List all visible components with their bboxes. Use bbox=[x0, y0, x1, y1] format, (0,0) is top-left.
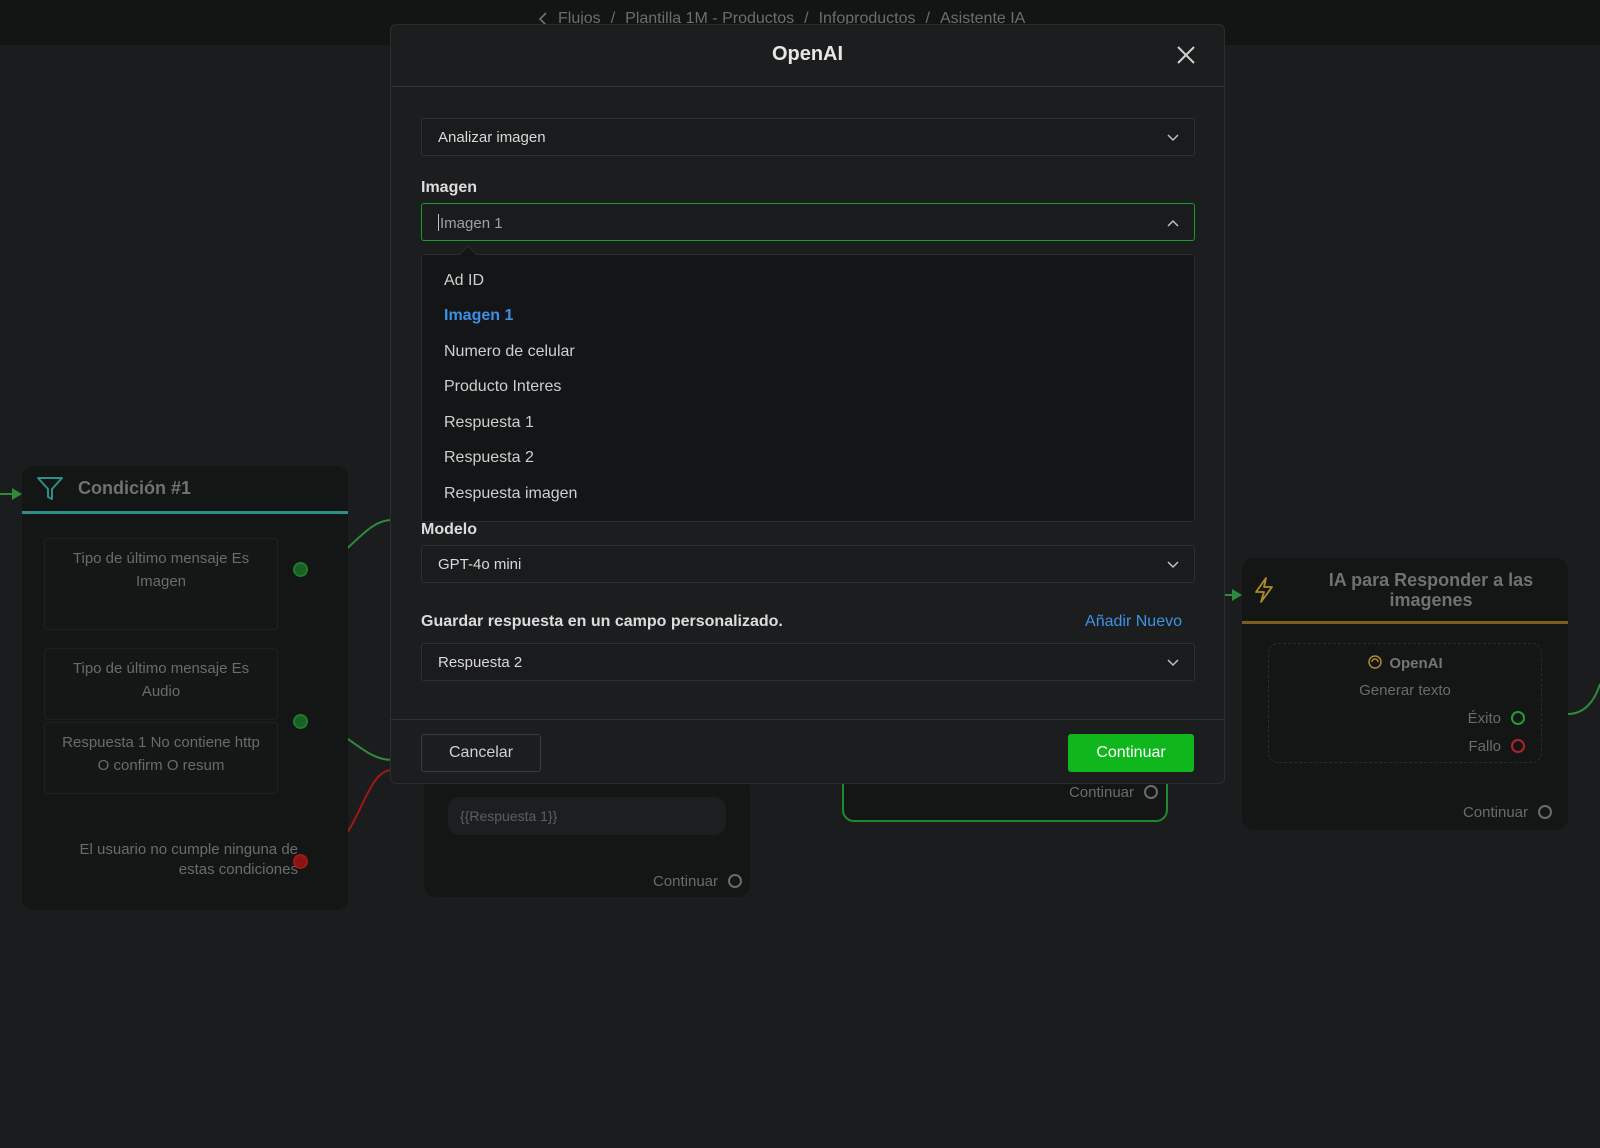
wire-ia-out bbox=[1567, 683, 1600, 715]
continue-handle[interactable] bbox=[1538, 805, 1552, 819]
text-caret bbox=[438, 214, 439, 231]
condition-node-header: Condición #1 bbox=[22, 466, 348, 514]
chevron-up-icon bbox=[1167, 219, 1179, 227]
dropdown-option-respuesta-imagen[interactable]: Respuesta imagen bbox=[444, 485, 577, 503]
continue-handle[interactable] bbox=[1144, 785, 1158, 799]
modal-header: OpenAI bbox=[391, 25, 1224, 87]
fallback-output-handle[interactable] bbox=[293, 854, 308, 869]
model-select[interactable]: GPT-4o mini bbox=[421, 545, 1195, 583]
condition-field: Tipo de último mensaje bbox=[72, 660, 228, 677]
condition-item[interactable]: Tipo de último mensaje Es Imagen bbox=[44, 538, 278, 630]
success-handle[interactable] bbox=[1511, 711, 1525, 725]
save-field-value: Respuesta 2 bbox=[438, 654, 523, 671]
dropdown-option-respuesta-2[interactable]: Respuesta 2 bbox=[444, 449, 534, 467]
chevron-down-icon bbox=[1167, 561, 1179, 569]
ai-action-card[interactable]: OpenAI Generar texto Éxito Fallo bbox=[1268, 643, 1542, 763]
image-select-value: Imagen 1 bbox=[440, 215, 503, 232]
condition-field: Respuesta 1 bbox=[62, 734, 147, 751]
add-new-link[interactable]: Añadir Nuevo bbox=[1085, 613, 1182, 631]
condition-fallback-label: El usuario no cumple ninguna de estas co… bbox=[79, 841, 298, 878]
ai-action-subtitle: Generar texto bbox=[1359, 682, 1451, 699]
chevron-down-icon bbox=[1167, 134, 1179, 142]
image-dropdown-menu: Ad ID Imagen 1 Numero de celular Product… bbox=[421, 245, 1195, 522]
close-icon[interactable] bbox=[1174, 43, 1198, 67]
condition-item[interactable]: Respuesta 1 No contiene http O confirm O… bbox=[44, 722, 278, 794]
condition-value: Imagen bbox=[135, 573, 187, 590]
fail-handle[interactable] bbox=[1511, 739, 1525, 753]
message-input[interactable]: {{Respuesta 1}} bbox=[448, 797, 726, 835]
condition-value: http bbox=[234, 734, 260, 751]
condition-extra: O confirm O resum bbox=[97, 757, 225, 774]
save-field-label: Guardar respuesta en un campo personaliz… bbox=[421, 613, 783, 630]
ai-node-title: IA para Responder a las imagenes bbox=[1328, 570, 1534, 610]
cancel-button[interactable]: Cancelar bbox=[421, 734, 541, 772]
fail-label: Fallo bbox=[1468, 738, 1501, 755]
message-node[interactable]: {{Respuesta 1}} Continuar bbox=[424, 775, 750, 897]
model-field-label: Modelo bbox=[421, 521, 477, 538]
ai-node-header: IA para Responder a las imagenes bbox=[1242, 558, 1568, 624]
lightning-icon bbox=[1255, 577, 1273, 603]
wire-arrow-ia bbox=[1232, 589, 1242, 601]
continue-button[interactable]: Continuar bbox=[1068, 734, 1194, 772]
action-select[interactable]: Analizar imagen bbox=[421, 118, 1195, 156]
filter-icon bbox=[37, 476, 63, 500]
ai-action-title: OpenAI bbox=[1269, 654, 1541, 672]
condition-node-title: Condición #1 bbox=[78, 478, 192, 498]
condition-output-handle[interactable] bbox=[293, 714, 308, 729]
dropdown-option-respuesta-1[interactable]: Respuesta 1 bbox=[444, 414, 534, 432]
continue-label: Continuar bbox=[1068, 784, 1134, 801]
condition-operator: Es bbox=[231, 550, 250, 567]
save-field-select[interactable]: Respuesta 2 bbox=[421, 643, 1195, 681]
success-label: Éxito bbox=[1467, 710, 1501, 727]
continue-handle[interactable] bbox=[728, 874, 742, 888]
modal-title: OpenAI bbox=[771, 43, 844, 65]
chevron-down-icon bbox=[1167, 659, 1179, 667]
dropdown-option-ad-id[interactable]: Ad ID bbox=[444, 272, 484, 290]
continue-label: Continuar bbox=[652, 873, 718, 890]
dropdown-option-producto-interes[interactable]: Producto Interes bbox=[444, 378, 561, 396]
condition-output-handle[interactable] bbox=[293, 562, 308, 577]
model-select-value: GPT-4o mini bbox=[438, 556, 522, 573]
condition-node[interactable]: Condición #1 Tipo de último mensaje Es I… bbox=[22, 466, 348, 910]
action-select-value: Analizar imagen bbox=[438, 129, 546, 146]
openai-modal: OpenAI Analizar imagen Imagen Imagen 1 A… bbox=[390, 24, 1225, 784]
dropdown-pointer bbox=[459, 245, 477, 263]
condition-item[interactable]: Tipo de último mensaje Es Audio bbox=[44, 648, 278, 720]
continue-label: Continuar bbox=[1462, 804, 1528, 821]
ai-node[interactable]: IA para Responder a las imagenes OpenAI … bbox=[1242, 558, 1568, 830]
wire-arrow-left bbox=[12, 488, 22, 500]
image-select-input[interactable]: Imagen 1 bbox=[421, 203, 1195, 241]
condition-field: Tipo de último mensaje bbox=[72, 550, 228, 567]
dropdown-option-numero-celular[interactable]: Numero de celular bbox=[444, 343, 575, 361]
condition-operator: Es bbox=[231, 660, 250, 677]
dropdown-option-imagen-1[interactable]: Imagen 1 bbox=[444, 307, 513, 325]
ai-action-title-text: OpenAI bbox=[1389, 655, 1443, 672]
openai-icon bbox=[1368, 655, 1383, 669]
image-field-label: Imagen bbox=[421, 179, 478, 196]
condition-value: Audio bbox=[141, 683, 181, 700]
modal-footer-divider bbox=[391, 719, 1224, 720]
condition-operator: No contiene bbox=[150, 734, 231, 751]
